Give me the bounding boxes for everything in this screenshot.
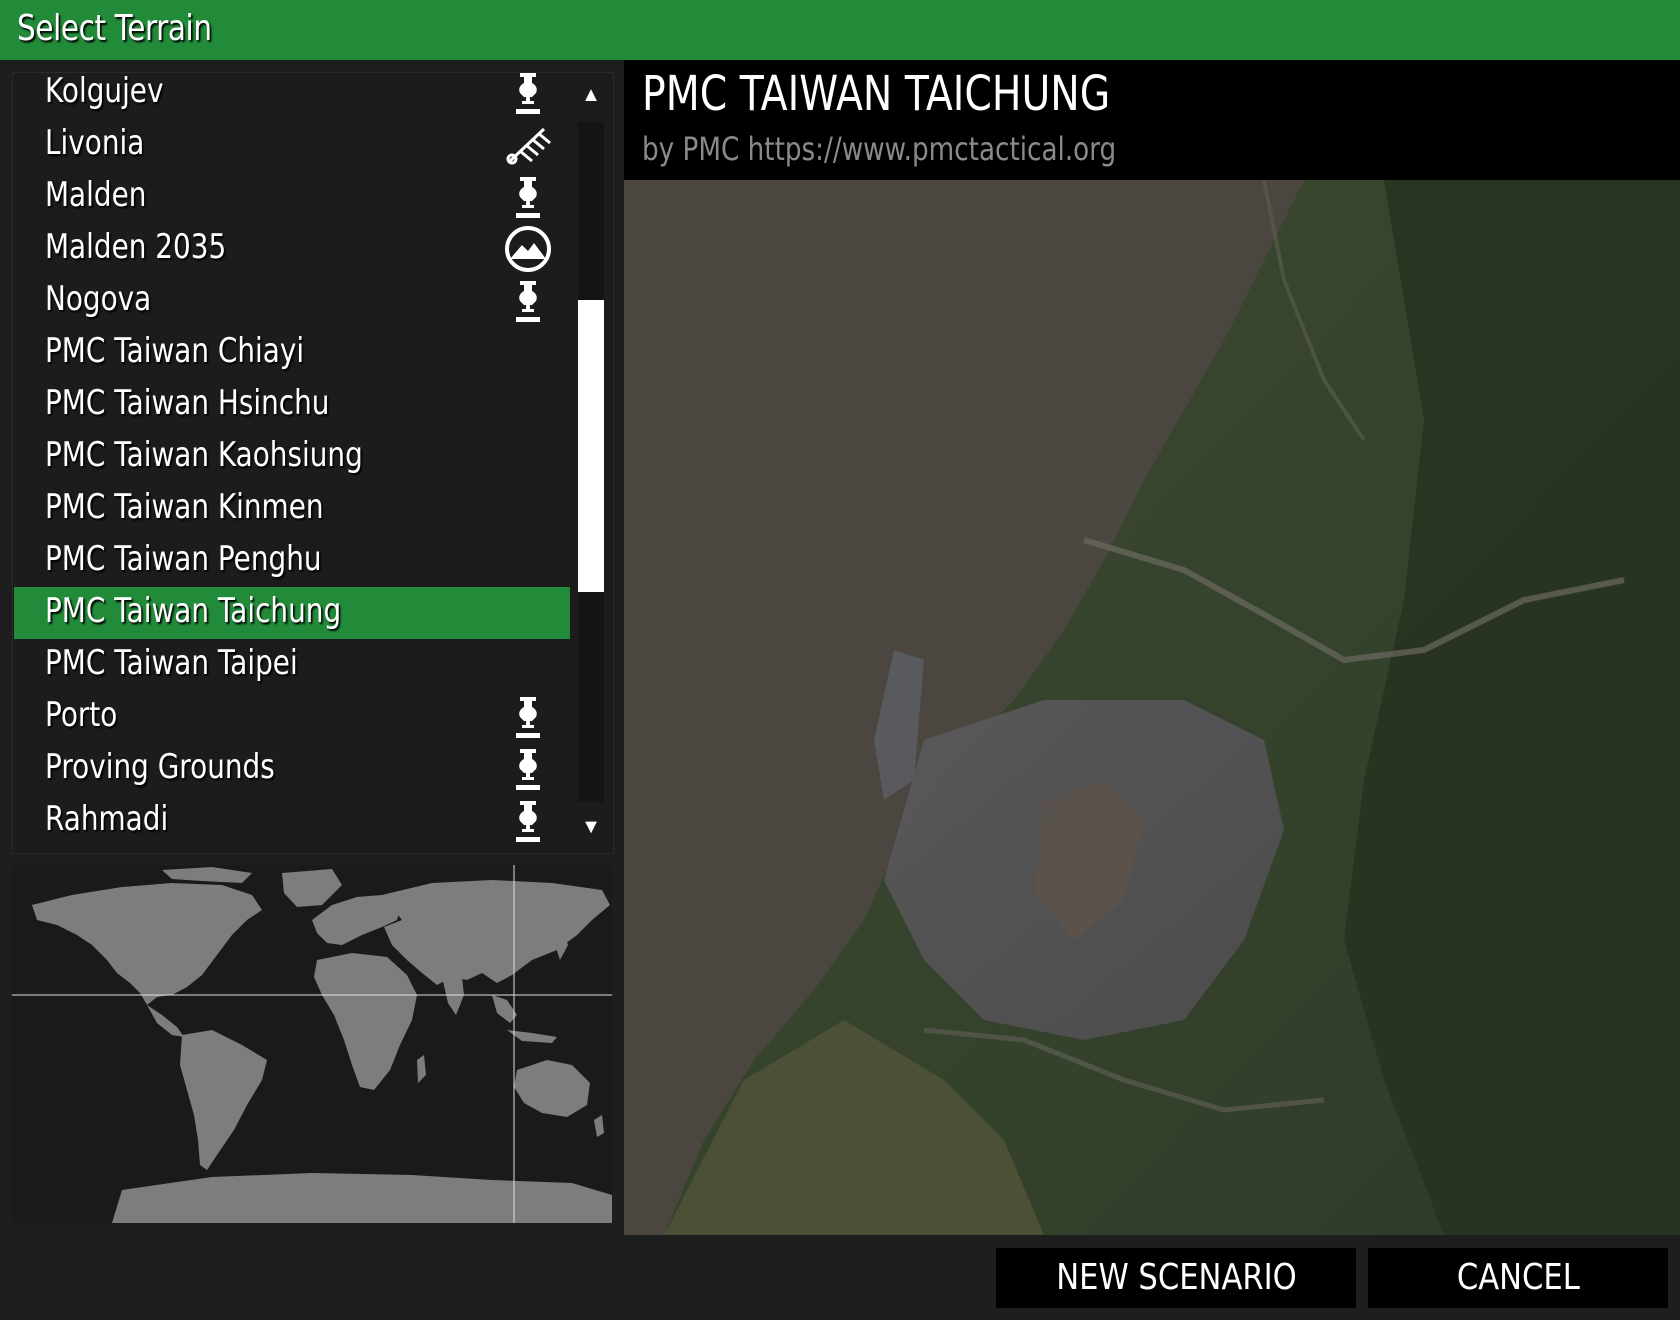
- terrain-list-item[interactable]: Proving Grounds: [14, 743, 570, 795]
- gm-emblem-icon: [504, 745, 552, 793]
- terrain-name: Malden: [45, 175, 147, 215]
- mountain-circle-icon: [504, 225, 552, 273]
- scroll-thumb[interactable]: [578, 300, 604, 592]
- terrain-list-item[interactable]: PMC Taiwan Kaohsiung: [14, 431, 570, 483]
- terrain-name: PMC Taiwan Penghu: [45, 539, 322, 579]
- scroll-down-icon[interactable]: ▼: [578, 812, 604, 842]
- terrain-name: PMC Taiwan Kaohsiung: [45, 435, 363, 475]
- title-bar: Select Terrain: [0, 0, 1680, 60]
- preview-author: by PMC https://www.pmctactical.org: [642, 130, 1117, 168]
- new-scenario-label: NEW SCENARIO: [1055, 1257, 1297, 1298]
- terrain-list-item[interactable]: Rahmadi: [14, 795, 570, 847]
- world-map-image: [12, 865, 612, 1223]
- terrain-name: Proving Grounds: [45, 747, 275, 787]
- terrain-list-item[interactable]: Porto: [14, 691, 570, 743]
- gm-emblem-icon: [504, 173, 552, 221]
- terrain-list-item[interactable]: Nogova: [14, 275, 570, 327]
- terrain-list-item[interactable]: PMC Taiwan Hsinchu: [14, 379, 570, 431]
- terrain-list-item[interactable]: PMC Taiwan Taipei: [14, 639, 570, 691]
- terrain-name: Nogova: [45, 279, 152, 319]
- terrain-list-item[interactable]: Kolgujev: [14, 72, 570, 119]
- cancel-button[interactable]: CANCEL: [1368, 1248, 1668, 1308]
- terrain-name: PMC Taiwan Chiayi: [45, 331, 305, 371]
- terrain-list-item[interactable]: PMC Taiwan Penghu: [14, 535, 570, 587]
- preview-header: PMC TAIWAN TAICHUNG by PMC https://www.p…: [624, 60, 1680, 180]
- gm-emblem-icon: [504, 73, 552, 117]
- terrain-list-scrollbar[interactable]: ▲ ▼: [578, 72, 610, 852]
- preview-title: PMC TAIWAN TAICHUNG: [642, 66, 1111, 122]
- window-title: Select Terrain: [17, 8, 212, 49]
- gm-emblem-icon: [504, 693, 552, 741]
- terrain-name: Kolgujev: [45, 72, 164, 111]
- terrain-list-item[interactable]: Malden: [14, 171, 570, 223]
- terrain-list-item[interactable]: PMC Taiwan Kinmen: [14, 483, 570, 535]
- terrain-preview-image: [624, 180, 1680, 1235]
- terrain-list[interactable]: Kolgujev Livonia Malden Malden 2035 Nogova PM…: [12, 72, 614, 854]
- new-scenario-button[interactable]: NEW SCENARIO: [996, 1248, 1356, 1308]
- terrain-list-item[interactable]: PMC Taiwan Chiayi: [14, 327, 570, 379]
- terrain-name: PMC Taiwan Taipei: [45, 643, 298, 683]
- terrain-name: Rahmadi: [45, 799, 169, 839]
- scroll-up-icon[interactable]: ▲: [578, 80, 604, 110]
- world-map: [12, 865, 612, 1223]
- terrain-name: PMC Taiwan Hsinchu: [45, 383, 330, 423]
- gm-emblem-icon: [504, 277, 552, 325]
- terrain-list-item[interactable]: Malden 2035: [14, 223, 570, 275]
- terrain-name: Malden 2035: [45, 227, 227, 267]
- terrain-name: PMC Taiwan Kinmen: [45, 487, 324, 527]
- contact-antenna-icon: [504, 121, 552, 169]
- terrain-list-item[interactable]: Livonia: [14, 119, 570, 171]
- gm-emblem-icon: [504, 797, 552, 845]
- terrain-name: PMC Taiwan Taichung: [45, 591, 342, 631]
- terrain-name: Livonia: [45, 123, 145, 163]
- terrain-name: Porto: [45, 695, 118, 735]
- terrain-list-item[interactable]: PMC Taiwan Taichung: [14, 587, 570, 639]
- cancel-label: CANCEL: [1456, 1257, 1580, 1298]
